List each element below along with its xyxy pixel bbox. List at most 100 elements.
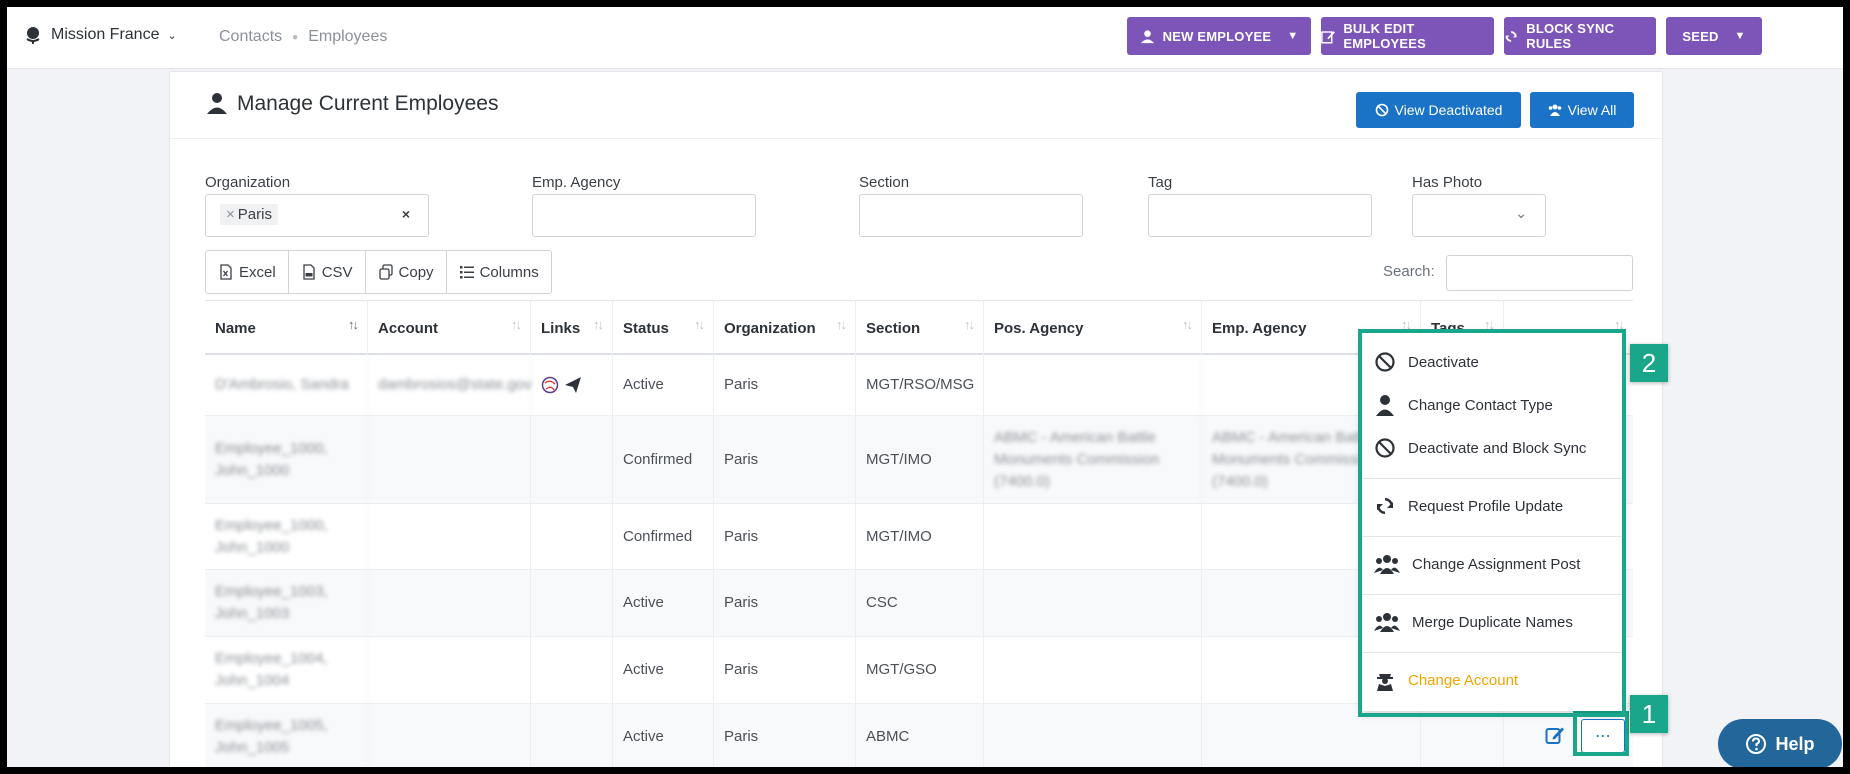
- sort-icon[interactable]: ↑↓: [511, 317, 522, 332]
- section-select[interactable]: [859, 194, 1083, 237]
- clear-icon[interactable]: ×: [402, 206, 410, 222]
- cell-status: Active: [613, 355, 714, 415]
- cell-links: [531, 504, 613, 569]
- cell-name[interactable]: Employee_1000, John_1000: [205, 504, 368, 569]
- chevron-down-icon: ⌄: [1515, 205, 1527, 221]
- seed-button[interactable]: SEED ▼: [1666, 17, 1762, 55]
- copy-button[interactable]: Copy: [366, 251, 447, 293]
- column-header-name[interactable]: Name ↑↓: [205, 301, 368, 355]
- column-header-label: Pos. Agency: [994, 319, 1084, 337]
- cell-name[interactable]: Employee_1005, John_1005: [205, 704, 368, 767]
- question-circle-icon: [1746, 734, 1767, 754]
- view-all-button[interactable]: View All: [1530, 92, 1634, 128]
- globe-icon: [26, 27, 40, 44]
- mission-name: Mission France: [51, 26, 160, 43]
- cell-links: [531, 637, 613, 703]
- tag-select[interactable]: [1148, 194, 1372, 237]
- column-header-label: Emp. Agency: [1212, 319, 1307, 337]
- column-header-account[interactable]: Account ↑↓: [368, 301, 531, 355]
- search-input[interactable]: [1446, 255, 1633, 291]
- has-photo-select[interactable]: ⌄: [1412, 194, 1546, 237]
- view-deactivated-button[interactable]: View Deactivated: [1356, 92, 1521, 128]
- cell-section: CSC: [856, 570, 984, 636]
- emp-agency-select[interactable]: [532, 194, 756, 237]
- breadcrumb-contacts[interactable]: Contacts: [219, 28, 282, 46]
- cell-name[interactable]: Employee_1000, John_1000: [205, 416, 368, 503]
- organization-chip-label: Paris: [237, 206, 272, 223]
- columns-button[interactable]: Columns: [447, 251, 551, 293]
- cell-name[interactable]: Employee_1004, John_1004: [205, 637, 368, 703]
- seed-label: SEED: [1682, 28, 1719, 44]
- csv-label: CSV: [321, 263, 353, 281]
- emp-agency-label: Emp. Agency: [532, 174, 621, 191]
- cell-pos-agency: ABMC - American Battle Monuments Commiss…: [984, 416, 1202, 503]
- csv-button[interactable]: CSV: [289, 251, 366, 293]
- column-header-status[interactable]: Status ↑↓: [613, 301, 714, 355]
- cell-status: Active: [613, 570, 714, 636]
- new-employee-label: NEW EMPLOYEE: [1162, 28, 1272, 44]
- sort-icon[interactable]: ↑↓: [694, 317, 705, 332]
- sort-icon[interactable]: ↑↓: [1182, 317, 1193, 332]
- cell-account: [368, 570, 531, 636]
- breadcrumb-employees: Employees: [308, 28, 388, 45]
- csv-file-icon: [303, 264, 315, 280]
- cell-pos-agency: [984, 570, 1202, 636]
- sort-icon[interactable]: ↑↓: [836, 317, 847, 332]
- globe-link-icon[interactable]: [541, 376, 559, 394]
- highlight-box-1: [1573, 711, 1629, 756]
- sort-icon[interactable]: ↑↓: [348, 317, 359, 332]
- bulk-edit-employees-button[interactable]: BULK EDIT EMPLOYEES: [1321, 17, 1494, 55]
- column-header-label: Name: [215, 319, 256, 337]
- sort-icon[interactable]: ↑↓: [593, 317, 604, 332]
- cell-account: dambrosios@state.gov: [368, 355, 532, 415]
- cell-status: Confirmed: [613, 504, 714, 569]
- copy-label: Copy: [398, 263, 434, 281]
- chip-remove-icon[interactable]: ×: [226, 206, 235, 223]
- cell-section: MGT/IMO: [856, 504, 984, 569]
- column-header-section[interactable]: Section ↑↓: [856, 301, 984, 355]
- cell-organization: Paris: [714, 416, 856, 503]
- cell-name[interactable]: D'Ambrosio, Sandra: [205, 355, 368, 415]
- export-toolbar: Excel CSV Copy Columns: [205, 250, 552, 294]
- column-header-label: Links: [541, 319, 581, 337]
- cell-organization: Paris: [714, 570, 856, 636]
- bulk-edit-label: BULK EDIT EMPLOYEES: [1343, 21, 1427, 51]
- cell-account: [368, 704, 531, 767]
- column-header-label: Account: [378, 319, 438, 337]
- excel-file-icon: [220, 264, 232, 280]
- breadcrumb-separator: ●: [292, 31, 299, 43]
- block-sync-label: BLOCK SYNC RULES: [1526, 21, 1615, 51]
- organization-chip[interactable]: × Paris: [220, 204, 278, 225]
- help-button[interactable]: Help: [1718, 719, 1842, 767]
- cell-status: Active: [613, 704, 714, 767]
- column-header-pos-agency[interactable]: Pos. Agency ↑↓: [984, 301, 1202, 355]
- annotation-badge-1: 1: [1630, 695, 1668, 733]
- chevron-down-icon[interactable]: ▼: [1735, 30, 1746, 42]
- excel-button[interactable]: Excel: [206, 251, 289, 293]
- sort-icon[interactable]: ↑↓: [964, 317, 975, 332]
- cell-pos-agency: [984, 704, 1202, 767]
- card-header: Manage Current Employees View Deactivate…: [170, 72, 1662, 139]
- copy-icon: [378, 264, 393, 280]
- column-header-label: Status: [623, 319, 669, 337]
- cell-organization: Paris: [714, 504, 856, 569]
- cell-name[interactable]: Employee_1003, John_1003: [205, 570, 368, 636]
- mission-selector[interactable]: Mission France ⌄: [23, 25, 177, 45]
- new-employee-button[interactable]: NEW EMPLOYEE ▼: [1127, 17, 1311, 55]
- organization-select[interactable]: × Paris ×: [205, 194, 429, 237]
- column-header-organization[interactable]: Organization ↑↓: [714, 301, 856, 355]
- cell-account: [368, 416, 531, 503]
- edit-icon[interactable]: [1545, 725, 1565, 745]
- chevron-down-icon: ⌄: [167, 29, 177, 42]
- block-sync-rules-button[interactable]: BLOCK SYNC RULES: [1504, 17, 1656, 55]
- cell-section: MGT/GSO: [856, 637, 984, 703]
- highlight-box-2: [1358, 329, 1626, 717]
- has-photo-label: Has Photo: [1412, 174, 1483, 191]
- chevron-down-icon[interactable]: ▼: [1287, 30, 1298, 42]
- annotation-badge-2: 2: [1630, 344, 1668, 382]
- cell-status: Confirmed: [613, 416, 714, 503]
- cell-section: MGT/IMO: [856, 416, 984, 503]
- column-header-links[interactable]: Links ↑↓: [531, 301, 613, 355]
- cell-links: [531, 355, 613, 415]
- send-icon[interactable]: [564, 376, 582, 394]
